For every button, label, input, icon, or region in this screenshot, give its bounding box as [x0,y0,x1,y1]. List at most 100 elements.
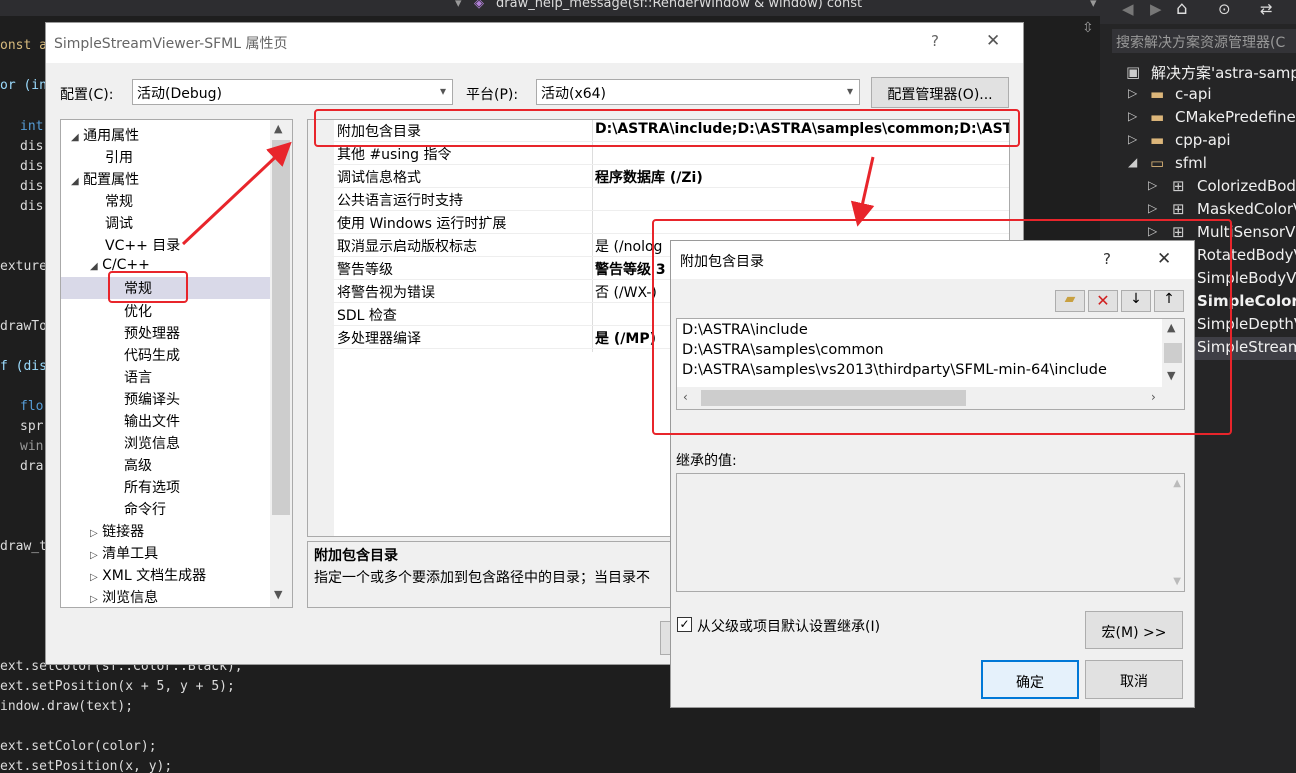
code-line: dis [20,139,44,154]
tree-node[interactable]: 预编译头 [124,389,180,409]
solution-search-input[interactable]: 搜索解决方案资源管理器(C [1112,29,1296,53]
code-line: indow.draw(text); [0,699,134,714]
expand-icon[interactable]: ▷ [90,528,98,539]
tree-node[interactable]: 优化 [124,301,152,321]
project-node[interactable]: ▷ ▬ c-api [1100,84,1296,107]
tree-node[interactable]: 调试 [105,213,133,233]
grid-gutter [308,120,334,536]
code-line: onst a [0,38,47,53]
tree-node-config[interactable]: ◢ 配置属性 [71,169,139,189]
collapse-icon[interactable]: ◢ [90,261,98,272]
code-line: f (dis [0,359,47,374]
inherited-values-box: ▲ ▼ [676,473,1185,592]
tree-node-vc-dirs[interactable]: VC++ 目录 [105,235,180,255]
tree-node[interactable]: 引用 [105,147,133,167]
scrollbar-thumb[interactable] [272,140,290,515]
inherit-checkbox-label[interactable]: 从父级或项目默认设置继承(I) [697,616,880,636]
folder-icon: ▬ [1150,85,1165,103]
method-icon: ◈ [474,0,484,11]
inherited-label: 继承的值: [676,453,737,469]
code-line: dis [20,179,44,194]
code-line: ext.setColor(color); [0,739,157,754]
tree-node[interactable]: 语言 [124,367,152,387]
annotation-box-include-list [652,219,1232,435]
expand-icon[interactable]: ▷ [1148,201,1157,215]
chevron-down-icon[interactable]: ▾ [1090,0,1097,11]
expand-icon[interactable]: ▷ [1148,178,1157,192]
solution-icon: ▣ [1126,63,1141,81]
tree-node[interactable]: 代码生成 [124,345,180,365]
code-line: spr [20,419,44,434]
expand-icon[interactable]: ▷ [1128,132,1137,146]
close-icon[interactable]: ✕ [986,31,1000,51]
tree-node[interactable]: 常规 [105,191,133,211]
macro-button[interactable]: 宏(M) >> [1085,611,1183,649]
project-node[interactable]: ▷ ⊞ ColorizedBod [1100,176,1296,199]
tree-node[interactable]: 预处理器 [124,323,180,343]
history-icon[interactable]: ⊙ [1218,0,1231,18]
chevron-down-icon: ▾ [846,84,853,98]
tree-node-linker[interactable]: ▷ 链接器 [90,521,144,541]
tree-scrollbar[interactable]: ▲ ▼ [270,120,292,607]
chevron-down-icon[interactable]: ▼ [274,588,282,601]
dialog-title: SimpleStreamViewer-SFML 属性页 [54,36,288,52]
editor-tab-title[interactable]: draw_help_message(sf::RenderWindow & win… [496,0,862,11]
code-line: flo [20,399,44,414]
back-icon[interactable]: ◀ [1122,0,1134,18]
tree-node[interactable]: ▷ 清单工具 [90,543,158,563]
expand-icon[interactable]: ▷ [1128,109,1137,123]
property-tree[interactable]: ▲ ▼ ◢ 通用属性 引用 ◢ 配置属性 常规 调试 VC++ 目录 ◢ C/C… [60,119,293,608]
project-node[interactable]: ▷ ▬ CMakePredefine [1100,107,1296,130]
inherit-checkbox[interactable]: ✓ [677,617,692,632]
code-line: ext.setPosition(x, y); [0,759,173,773]
code-line: dis [20,199,44,214]
home-icon[interactable]: ⌂ [1176,0,1187,19]
annotation-box-cpp-general [108,271,188,303]
code-line: dis [20,159,44,174]
platform-select[interactable]: 活动(x64) ▾ [536,79,860,105]
project-node[interactable]: ▷ ▬ cpp-api [1100,130,1296,153]
config-label: 配置(C): [60,87,114,103]
tree-node[interactable]: ▷ 浏览信息 [90,587,158,607]
config-manager-button[interactable]: 配置管理器(O)... [871,77,1009,108]
collapse-icon[interactable]: ◢ [71,176,79,187]
tree-node[interactable]: 高级 [124,455,152,475]
project-icon: ⊞ [1172,177,1185,195]
solution-node[interactable]: ▣ 解决方案'astra-samp [1100,61,1296,84]
tree-node[interactable]: ▷ XML 文档生成器 [90,565,206,585]
tree-node[interactable]: 命令行 [124,499,166,519]
tree-node[interactable]: 所有选项 [124,477,180,497]
solution-explorer-toolbar: ◀ ▶ ⌂ ⊙ ⇄ [1100,0,1296,24]
folder-open-icon: ▭ [1150,154,1165,172]
expand-icon[interactable]: ▷ [90,550,98,561]
tree-node[interactable]: 浏览信息 [124,433,180,453]
split-icon[interactable]: ⇳ [1082,20,1100,40]
code-line: int [20,119,44,134]
sync-icon[interactable]: ⇄ [1260,0,1273,18]
chevron-down-icon: ▾ [439,84,446,98]
collapse-icon[interactable]: ◢ [1128,155,1137,169]
forward-icon[interactable]: ▶ [1150,0,1162,18]
expand-icon[interactable]: ▷ [1128,86,1137,100]
chevron-down-icon: ▼ [1173,576,1181,587]
property-row[interactable]: 调试信息格式 程序数据库 (/Zi) [332,165,1009,188]
expand-icon[interactable]: ▷ [90,594,98,605]
cancel-button[interactable]: 取消 [1085,660,1183,699]
property-row[interactable]: 公共语言运行时支持 [332,188,1009,211]
expand-icon[interactable]: ▷ [90,572,98,583]
annotation-box-include-row [314,109,1020,147]
tree-node-common[interactable]: ◢ 通用属性 [71,125,139,145]
tree-node[interactable]: 输出文件 [124,411,180,431]
description-title: 附加包含目录 [314,548,398,564]
help-icon[interactable]: ? [931,32,939,50]
collapse-icon[interactable]: ◢ [71,132,79,143]
project-node[interactable]: ◢ ▭ sfml [1100,153,1296,176]
code-line: drawTo [0,319,47,334]
ok-button[interactable]: 确定 [981,660,1079,699]
chevron-up-icon[interactable]: ▲ [274,122,282,135]
editor-tab-bar: ◈ draw_help_message(sf::RenderWindow & w… [0,0,1110,16]
config-select[interactable]: 活动(Debug) ▾ [132,79,453,105]
chevron-down-icon[interactable]: ▾ [455,0,462,11]
code-line: or (in [0,78,47,93]
folder-icon: ▬ [1150,131,1165,149]
